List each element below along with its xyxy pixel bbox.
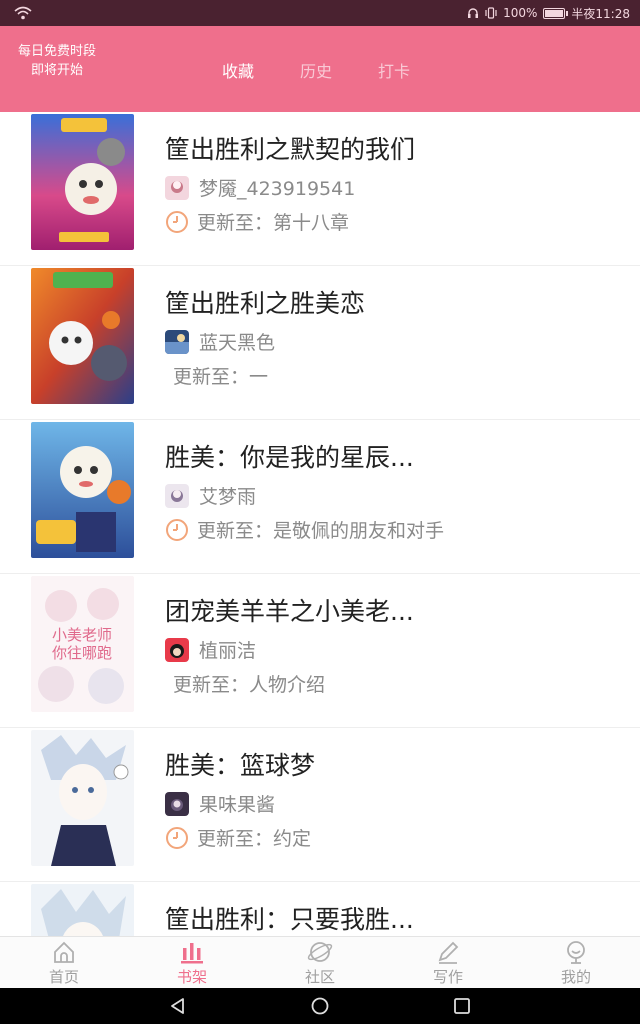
free-slot-status: 即将开始: [31, 63, 84, 78]
avatar[interactable]: [165, 637, 189, 662]
author-name: 植丽洁: [199, 640, 257, 662]
nav-label-home: 首页: [48, 968, 79, 986]
list-item[interactable]: 筐出胜利：只要我胜...: [0, 882, 640, 936]
nav-label-write: 写作: [432, 968, 463, 986]
list-item[interactable]: 胜美：你是我的星辰... 艾梦雨 更新至：是敬佩的朋友和对手: [0, 420, 640, 574]
home-icon: [54, 941, 74, 963]
avatar[interactable]: [165, 175, 189, 200]
avatar[interactable]: [165, 329, 189, 354]
battery-fill: [545, 9, 564, 17]
list-item[interactable]: 筐出胜利之胜美恋 蓝天黑色 更新至：一: [0, 266, 640, 420]
headset-icon: [468, 8, 479, 18]
book-title[interactable]: 胜美：你是我的星辰...: [165, 438, 414, 474]
book-cover[interactable]: [31, 884, 134, 936]
list-item[interactable]: 筐出胜利之默契的我们 梦魇_423919541 更新至：第十八章: [0, 112, 640, 266]
book-cover[interactable]: [31, 422, 134, 558]
shelf-tabs: 收藏 历史 打卡: [222, 58, 410, 82]
book-cover[interactable]: 小美老师 你往哪跑: [31, 576, 134, 712]
system-nav-bar: [0, 988, 640, 1024]
author-row: 果味果酱: [165, 790, 275, 817]
clock-time: 半夜11:28: [571, 6, 630, 21]
update-text: 更新至：第十八章: [197, 212, 350, 234]
update-text: 更新至：是敬佩的朋友和对手: [197, 520, 445, 542]
update-row: 更新至：人物介绍: [173, 670, 325, 697]
tab-history[interactable]: 历史: [300, 58, 332, 82]
author-name: 果味果酱: [199, 794, 276, 816]
pen-icon: [438, 941, 459, 964]
book-cover[interactable]: [31, 268, 134, 404]
author-row: 艾梦雨: [165, 482, 256, 509]
tab-checkin[interactable]: 打卡: [378, 58, 410, 82]
bottom-nav: 首页 书架 社区 写作 我的: [0, 936, 640, 988]
update-text: 更新至：约定: [197, 828, 312, 850]
nav-home[interactable]: 首页: [0, 937, 128, 988]
battery-icon: [543, 7, 569, 19]
tab-favorites[interactable]: 收藏: [222, 58, 254, 82]
update-row: 更新至：约定: [165, 824, 311, 851]
nav-profile[interactable]: 我的: [512, 937, 640, 988]
book-cover[interactable]: [31, 114, 134, 250]
wifi-icon: [14, 6, 32, 20]
clock-icon: [166, 826, 188, 849]
author-row: 蓝天黑色: [165, 328, 275, 355]
author-row: 梦魇_423919541: [165, 174, 355, 201]
nav-label-profile: 我的: [560, 968, 591, 986]
profile-icon: [567, 941, 585, 964]
book-title[interactable]: 胜美：篮球梦: [165, 746, 315, 782]
author-name: 梦魇_423919541: [199, 178, 356, 200]
update-text: 更新至：人物介绍: [173, 674, 326, 696]
status-bar: 100% 半夜11:28: [0, 0, 640, 26]
clock-icon: [166, 210, 188, 233]
free-slot-banner[interactable]: 每日免费时段 即将开始: [18, 42, 96, 80]
app-header: 每日免费时段 即将开始 收藏 历史 打卡: [0, 26, 640, 112]
nav-bookshelf[interactable]: 书架: [128, 937, 256, 988]
nav-community[interactable]: 社区: [256, 937, 384, 988]
list-item[interactable]: 胜美：篮球梦 果味果酱 更新至：约定: [0, 728, 640, 882]
back-icon[interactable]: [168, 996, 188, 1016]
nav-label-bookshelf: 书架: [176, 968, 207, 986]
recents-icon[interactable]: [452, 996, 472, 1016]
update-text: 更新至：一: [173, 366, 269, 388]
book-title[interactable]: 筐出胜利：只要我胜...: [165, 900, 414, 936]
update-row: 更新至：是敬佩的朋友和对手: [165, 516, 444, 543]
free-slot-title: 每日免费时段: [18, 44, 97, 59]
book-title[interactable]: 团宠美羊羊之小美老...: [165, 592, 414, 628]
clock-icon: [166, 518, 188, 541]
author-name: 艾梦雨: [199, 486, 257, 508]
status-left: [14, 6, 32, 20]
book-cover[interactable]: [31, 730, 134, 866]
author-row: 植丽洁: [165, 636, 256, 663]
community-icon: [307, 942, 333, 962]
status-right: 100% 半夜11:28: [467, 5, 630, 22]
cover-title-line2: 你往哪跑: [52, 644, 112, 662]
update-row: 更新至：一: [173, 362, 268, 389]
book-title[interactable]: 筐出胜利之胜美恋: [165, 284, 365, 320]
bookshelf-icon: [181, 943, 203, 964]
avatar[interactable]: [165, 483, 189, 508]
cover-title-line1: 小美老师: [52, 626, 112, 644]
list-item[interactable]: 小美老师 你往哪跑 团宠美羊羊之小美老... 植丽洁 更新至：人物介绍: [0, 574, 640, 728]
update-row: 更新至：第十八章: [165, 208, 349, 235]
author-name: 蓝天黑色: [199, 332, 276, 354]
avatar[interactable]: [165, 791, 189, 816]
nav-write[interactable]: 写作: [384, 937, 512, 988]
vibrate-icon: [485, 7, 497, 19]
nav-label-community: 社区: [304, 968, 335, 986]
home-circle-icon[interactable]: [310, 996, 330, 1016]
book-title[interactable]: 筐出胜利之默契的我们: [165, 130, 415, 166]
battery-percent: 100%: [503, 6, 538, 20]
book-list: 筐出胜利之默契的我们 梦魇_423919541 更新至：第十八章 筐出胜利之胜美…: [0, 112, 640, 936]
